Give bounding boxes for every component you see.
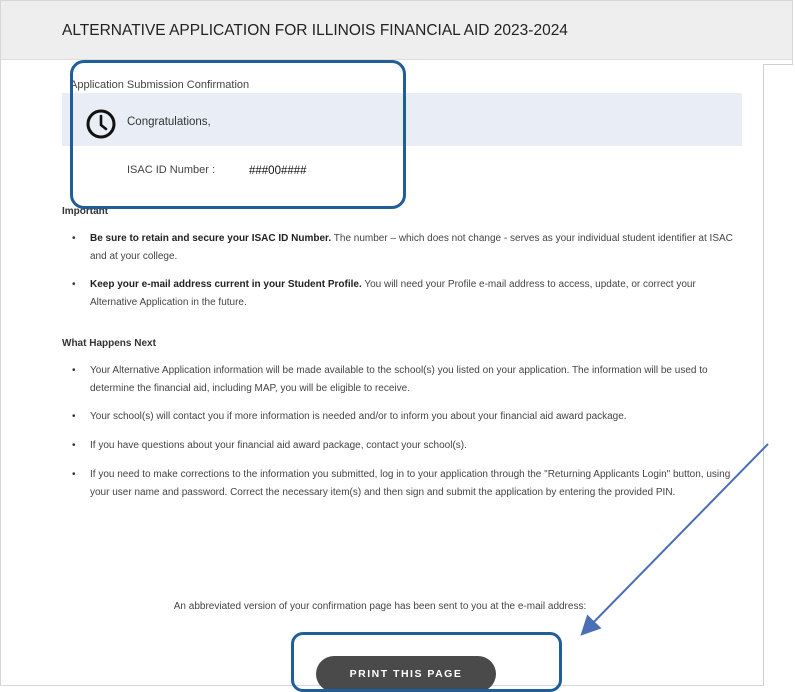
list-item-text: If you need to make corrections to the i… (90, 469, 731, 498)
list-item-text: Your Alternative Application information… (90, 365, 708, 394)
bullet-icon: • (72, 365, 76, 376)
bullet-icon: • (72, 233, 76, 244)
list-item-bold: Be sure to retain and secure your ISAC I… (90, 233, 332, 244)
list-item-text: If you have questions about your financi… (90, 440, 467, 451)
main-content: Application Submission Confirmation Cong… (0, 0, 760, 692)
confirmation-email-note: An abbreviated version of your confirmat… (173, 601, 587, 612)
list-item-bold: Keep your e-mail address current in your… (90, 279, 362, 290)
confirmation-heading: Application Submission Confirmation (70, 79, 250, 91)
bullet-icon: • (72, 440, 76, 451)
bullet-icon: • (72, 469, 76, 480)
isac-id-label: ISAC ID Number : (127, 164, 216, 176)
bullet-icon: • (72, 279, 76, 290)
bullet-icon: • (72, 411, 76, 422)
right-side-panel (763, 64, 793, 686)
isac-id-value: ###00#### (249, 165, 307, 177)
list-item-text: Your school(s) will contact you if more … (90, 411, 627, 422)
congratulations-text: Congratulations, (127, 116, 211, 128)
what-happens-next-heading: What Happens Next (62, 338, 156, 349)
clock-icon (86, 109, 116, 139)
important-heading: Important (62, 206, 109, 217)
